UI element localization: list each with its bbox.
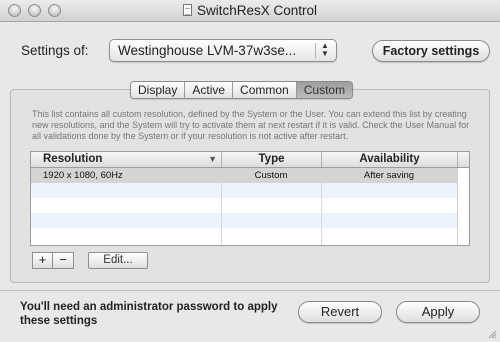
empty-table-row bbox=[31, 228, 457, 243]
display-select-value: Westinghouse LVM-37w3se... bbox=[118, 43, 297, 58]
app-window: SwitchResX Control Settings of: Westingh… bbox=[0, 0, 500, 342]
resolution-table: Resolution ▼ Type Availability 1920 x 10… bbox=[30, 151, 470, 246]
tab-custom[interactable]: Custom bbox=[296, 82, 353, 98]
column-header-availability[interactable]: Availability bbox=[321, 152, 457, 167]
tab-display[interactable]: Display bbox=[131, 82, 186, 98]
display-select-popup[interactable]: Westinghouse LVM-37w3se... ▲ ▼ bbox=[109, 39, 337, 62]
window-title: SwitchResX Control bbox=[196, 3, 318, 18]
popup-divider bbox=[315, 43, 316, 58]
custom-list-description: This list contains all custom resolution… bbox=[32, 109, 470, 141]
table-row[interactable]: 1920 x 1080, 60Hz Custom After saving bbox=[31, 168, 457, 183]
empty-table-row bbox=[31, 198, 457, 213]
column-divider bbox=[221, 168, 222, 245]
empty-table-row bbox=[31, 183, 457, 198]
document-icon bbox=[182, 4, 192, 16]
settings-of-label: Settings of: bbox=[21, 43, 89, 58]
cell-type: Custom bbox=[254, 170, 288, 181]
title-bar: SwitchResX Control bbox=[0, 0, 500, 22]
table-rows: 1920 x 1080, 60Hz Custom After saving bbox=[31, 168, 457, 243]
table-scroll-track[interactable] bbox=[457, 168, 469, 245]
column-header-type[interactable]: Type bbox=[221, 152, 321, 167]
column-divider bbox=[321, 168, 322, 245]
column-header-resolution[interactable]: Resolution ▼ bbox=[31, 152, 221, 167]
tab-common[interactable]: Common bbox=[233, 82, 297, 98]
sort-descending-icon: ▼ bbox=[208, 154, 217, 164]
tab-bar: Display Active Common Custom bbox=[130, 81, 354, 99]
column-header-corner bbox=[457, 152, 469, 167]
cell-resolution: 1920 x 1080, 60Hz bbox=[43, 170, 123, 181]
admin-password-note: You'll need an administrator password to… bbox=[20, 301, 278, 327]
window-title-area: SwitchResX Control bbox=[0, 3, 500, 18]
footer-divider bbox=[0, 290, 500, 291]
empty-table-row bbox=[31, 213, 457, 228]
tab-active[interactable]: Active bbox=[185, 82, 234, 98]
factory-settings-button[interactable]: Factory settings bbox=[372, 40, 490, 62]
apply-button[interactable]: Apply bbox=[396, 301, 480, 323]
resize-grip-icon[interactable] bbox=[487, 329, 497, 339]
add-resolution-button[interactable]: + bbox=[32, 252, 53, 269]
cell-availability: After saving bbox=[363, 170, 415, 181]
column-header-resolution-label: Resolution bbox=[43, 153, 103, 165]
revert-button[interactable]: Revert bbox=[298, 301, 382, 323]
table-header: Resolution ▼ Type Availability bbox=[31, 152, 469, 168]
up-down-arrows-icon: ▲ ▼ bbox=[321, 41, 329, 58]
edit-resolution-button[interactable]: Edit... bbox=[88, 252, 148, 269]
remove-resolution-button[interactable]: − bbox=[53, 252, 74, 269]
